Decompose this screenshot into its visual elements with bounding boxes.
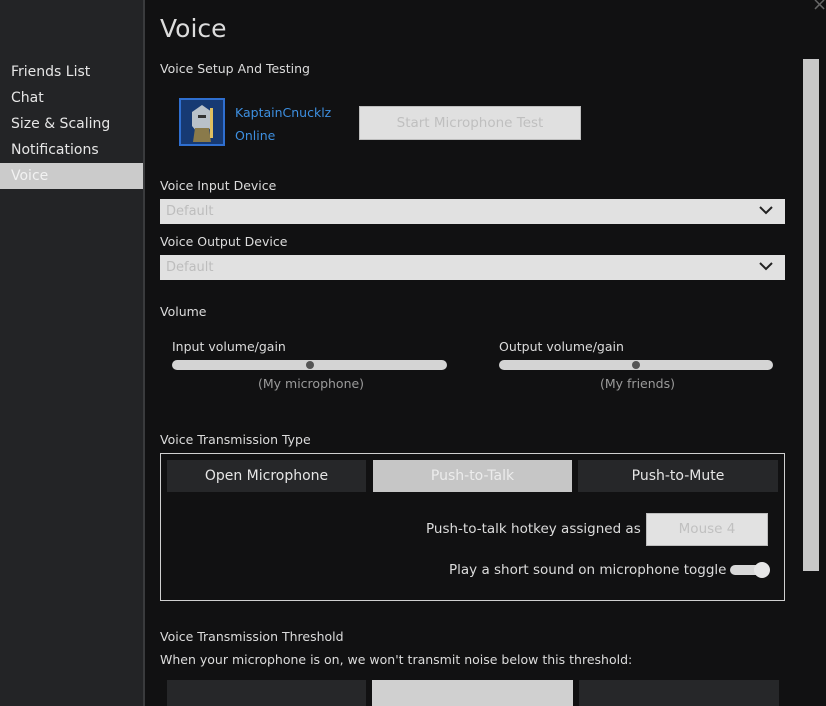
scrollbar[interactable] [803, 59, 819, 571]
section-heading-setup: Voice Setup And Testing [160, 61, 310, 76]
output-volume-sublabel: (My friends) [600, 376, 675, 391]
input-volume-slider[interactable] [172, 360, 447, 370]
avatar [179, 98, 225, 146]
section-heading-transmission-type: Voice Transmission Type [160, 432, 311, 447]
sidebar-item-size-scaling[interactable]: Size & Scaling [0, 111, 143, 137]
section-heading-threshold: Voice Transmission Threshold [160, 629, 344, 644]
output-volume-slider[interactable] [499, 360, 773, 370]
sidebar-item-notifications[interactable]: Notifications [0, 137, 143, 163]
voice-input-device-select[interactable]: Default [160, 199, 785, 224]
toggle-sound-switch[interactable] [730, 562, 770, 578]
voice-settings-panel: Voice × Voice Setup And Testing KaptainC… [146, 0, 826, 706]
chevron-down-icon [759, 262, 773, 271]
avatar-knight-icon [181, 100, 223, 144]
start-microphone-test-button[interactable]: Start Microphone Test [359, 106, 581, 140]
input-volume-slider-thumb[interactable] [305, 361, 314, 369]
sidebar-item-chat[interactable]: Chat [0, 85, 143, 111]
user-status: Online [235, 128, 276, 143]
threshold-option-3[interactable] [579, 680, 779, 706]
hotkey-label: Push-to-talk hotkey assigned as [426, 521, 641, 537]
hotkey-assign-button[interactable]: Mouse 4 [646, 513, 768, 546]
sidebar-item-voice[interactable]: Voice [0, 163, 143, 189]
section-heading-volume: Volume [160, 304, 207, 319]
voice-output-device-value: Default [166, 260, 214, 275]
chevron-down-icon [759, 206, 773, 215]
threshold-option-1[interactable] [167, 680, 366, 706]
push-to-talk-button[interactable]: Push-to-Talk [373, 460, 572, 492]
voice-input-device-label: Voice Input Device [160, 178, 277, 193]
output-volume-label: Output volume/gain [499, 339, 624, 354]
close-icon[interactable]: × [812, 0, 826, 15]
settings-sidebar: Friends List Chat Size & Scaling Notific… [0, 0, 145, 706]
input-volume-label: Input volume/gain [172, 339, 286, 354]
username: KaptainCnucklz [235, 105, 332, 120]
threshold-description: When your microphone is on, we won't tra… [160, 652, 633, 667]
input-volume-sublabel: (My microphone) [258, 376, 365, 391]
open-microphone-button[interactable]: Open Microphone [167, 460, 366, 492]
toggle-sound-label: Play a short sound on microphone toggle [449, 562, 727, 578]
voice-output-device-label: Voice Output Device [160, 234, 288, 249]
voice-input-device-value: Default [166, 204, 214, 219]
page-title: Voice [160, 14, 227, 43]
push-to-mute-button[interactable]: Push-to-Mute [578, 460, 778, 492]
sidebar-item-friends-list[interactable]: Friends List [0, 59, 143, 85]
threshold-option-2[interactable] [372, 680, 573, 706]
voice-output-device-select[interactable]: Default [160, 255, 785, 280]
toggle-knob [754, 562, 770, 578]
output-volume-slider-thumb[interactable] [632, 361, 640, 369]
